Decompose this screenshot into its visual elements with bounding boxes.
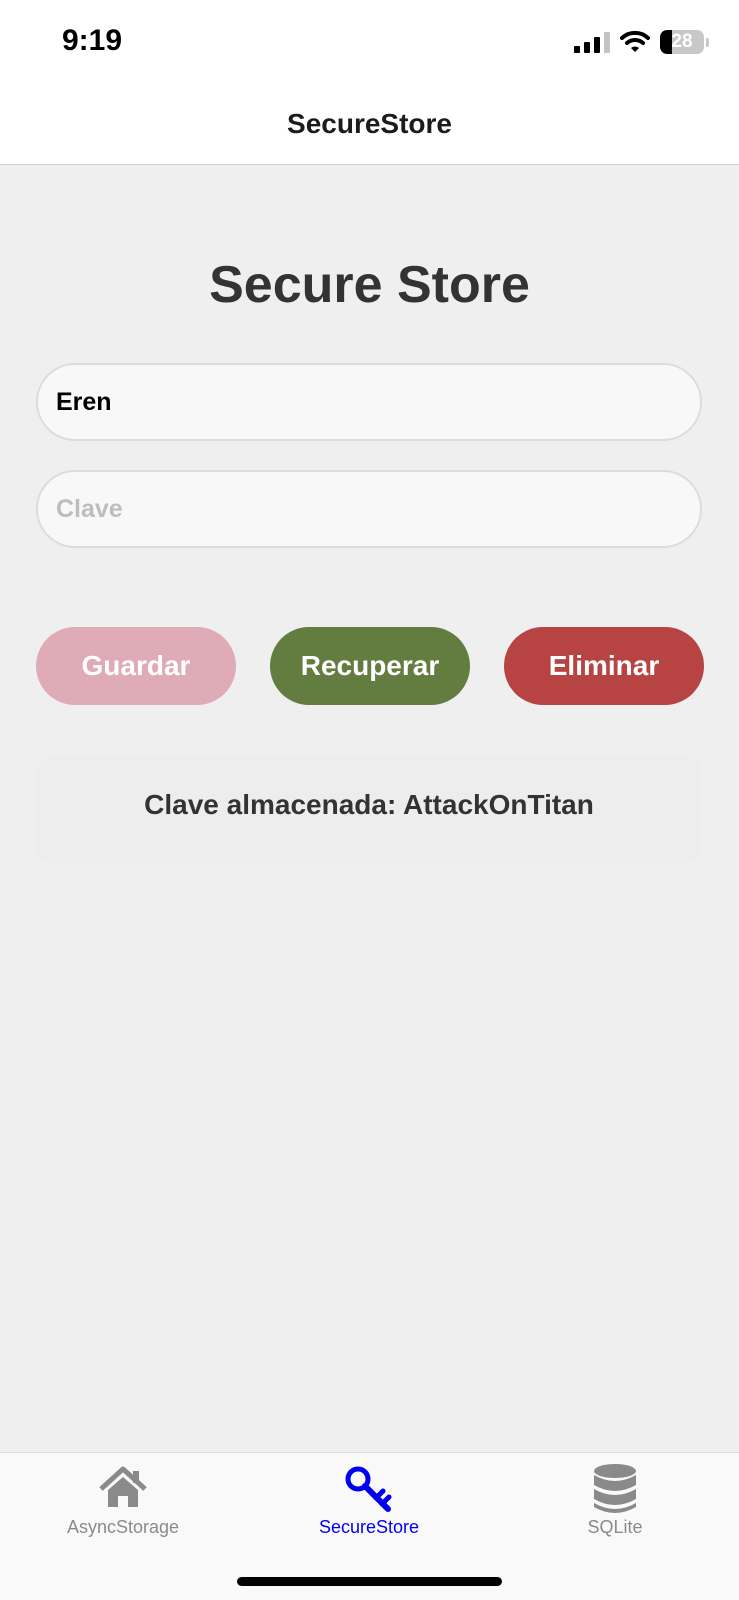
tab-sqlite[interactable]: SQLite [492,1463,738,1538]
save-button[interactable]: Guardar [36,627,236,705]
battery-cap [706,37,709,47]
key-input[interactable] [36,470,702,548]
key-icon [345,1466,392,1512]
delete-button[interactable]: Eliminar [504,627,704,705]
tab-securestore[interactable]: SecureStore [246,1463,492,1538]
header-title: SecureStore [287,108,452,139]
user-input[interactable] [36,363,702,441]
cellular-signal-icon [574,31,610,53]
database-icon [594,1464,636,1513]
home-icon [99,1466,147,1507]
status-icons: 28 [574,30,709,54]
navigation-header: SecureStore [0,90,739,165]
main-content: Secure Store Guardar Recuperar Eliminar … [0,165,739,1452]
page-title: Secure Store [209,256,530,314]
battery-icon: 28 [660,30,704,54]
battery-level: 28 [671,31,693,52]
status-time: 9:19 [62,24,123,57]
tab-asyncstorage[interactable]: AsyncStorage [0,1463,246,1538]
result-box: Clave almacenada: AttackOnTitan [36,757,702,863]
tab-label: SecureStore [318,1517,420,1537]
status-bar: 9:19 28 [0,0,739,90]
app-screen: 9:19 28 SecureStore Secure Store Eren Cl… [0,0,739,1600]
tab-label: SQLite [587,1517,643,1537]
home-indicator [237,1577,502,1586]
stored-key-text: Clave almacenada: AttackOnTitan [144,789,594,820]
tab-label: AsyncStorage [66,1517,180,1537]
retrieve-button[interactable]: Recuperar [270,627,470,705]
wifi-icon [620,30,650,52]
